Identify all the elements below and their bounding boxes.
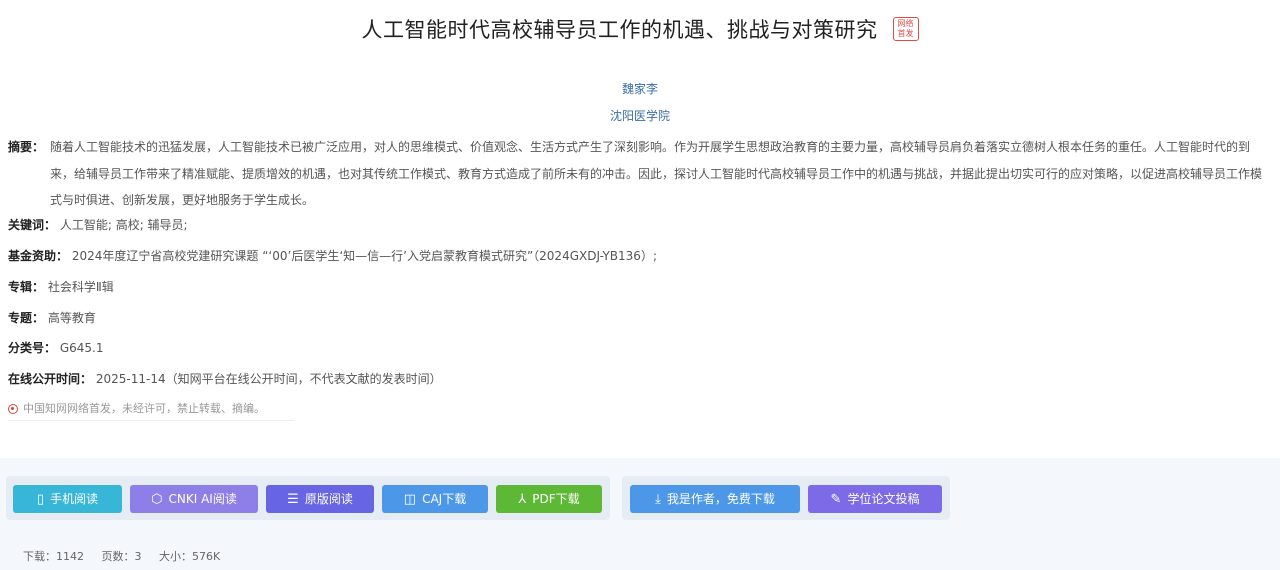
topic-value: 高等教育	[47, 311, 96, 325]
read-download-group: ▯ 手机阅读 ⬡ CNKI AI阅读 ☰ 原版阅读 ◫ CAJ下载 ⅄ PDF下载	[6, 476, 610, 520]
keywords-value[interactable]: 人工智能; 高校; 辅导员;	[60, 218, 188, 232]
file-size: 大小：576K	[159, 550, 221, 563]
caj-download-label: CAJ下载	[422, 492, 467, 506]
original-read-label: 原版阅读	[304, 492, 353, 506]
title-row: 人工智能时代高校辅导员工作的机遇、挑战与对策研究 网络 首发	[0, 14, 1280, 44]
cnki-ai-read-label: CNKI AI阅读	[168, 492, 237, 506]
first-publication-badge: 网络 首发	[892, 17, 919, 41]
article-page: 人工智能时代高校辅导员工作的机遇、挑战与对策研究 网络 首发 魏家李 沈阳医学院…	[0, 0, 1280, 570]
open-book-icon: ◫	[403, 492, 417, 507]
pdf-download-button[interactable]: ⅄ PDF下载	[496, 485, 602, 513]
download-icon: ⤓	[655, 492, 661, 507]
book-icon: ☰	[287, 492, 299, 507]
copyright-notice: 中国知网网络首发，未经许可，禁止转载、摘编。	[8, 398, 294, 421]
fund-row: 基金资助： 2024年度辽宁省高校党建研究课题 “‘00’后医学生‘知—信—行’…	[8, 243, 657, 269]
badge-line-2: 首发	[897, 29, 914, 38]
series-label: 专辑：	[8, 280, 45, 294]
pdf-download-label: PDF下载	[532, 492, 580, 506]
mobile-read-button[interactable]: ▯ 手机阅读	[13, 485, 122, 513]
author-free-download-label: 我是作者，免费下载	[666, 492, 775, 506]
abstract-label: 摘要：	[8, 140, 45, 154]
keywords-row: 关键词： 人工智能; 高校; 辅导员;	[8, 212, 188, 238]
series-row: 专辑： 社会科学Ⅱ辑	[8, 274, 114, 300]
fund-label: 基金资助：	[8, 249, 69, 263]
download-toolbar: ▯ 手机阅读 ⬡ CNKI AI阅读 ☰ 原版阅读 ◫ CAJ下载 ⅄ PDF下载 ⤓ 我是…	[0, 458, 1280, 570]
organization-link[interactable]: 沈阳医学院	[0, 107, 1280, 124]
topic-label: 专题：	[8, 311, 45, 325]
author-link[interactable]: 魏家李	[0, 80, 1280, 97]
download-count: 下载：1142	[23, 550, 84, 563]
pdf-icon: ⅄	[518, 492, 527, 507]
classification-row: 分类号： G645.1	[8, 335, 104, 361]
pen-icon: ✎	[830, 492, 842, 507]
fund-value[interactable]: 2024年度辽宁省高校党建研究课题 “‘00’后医学生‘知—信—行’入党启蒙教育…	[72, 249, 657, 263]
online-date-value: 2025-11-14（知网平台在线公开时间，不代表文献的发表时间）	[95, 372, 442, 386]
online-date-label: 在线公开时间：	[8, 372, 93, 386]
original-read-button[interactable]: ☰ 原版阅读	[266, 485, 374, 513]
thesis-submit-button[interactable]: ✎ 学位论文投稿	[808, 485, 942, 513]
thesis-submit-label: 学位论文投稿	[847, 492, 920, 506]
author-group: ⤓ 我是作者，免费下载 ✎ 学位论文投稿	[622, 476, 950, 520]
classification-value: G645.1	[59, 341, 104, 355]
abstract-text: 随着人工智能技术的迅猛发展，人工智能技术已被广泛应用，对人的思维模式、价值观念、…	[50, 140, 1263, 207]
mobile-read-label: 手机阅读	[50, 492, 99, 506]
target-icon	[8, 404, 18, 414]
article-title: 人工智能时代高校辅导员工作的机遇、挑战与对策研究	[361, 18, 878, 42]
online-date-row: 在线公开时间： 2025-11-14（知网平台在线公开时间，不代表文献的发表时间…	[8, 366, 442, 392]
abstract: 摘要： 随着人工智能技术的迅猛发展，人工智能技术已被广泛应用，对人的思维模式、价…	[8, 134, 1270, 214]
series-value: 社会科学Ⅱ辑	[47, 280, 114, 294]
keywords-label: 关键词：	[8, 218, 57, 232]
phone-icon: ▯	[36, 492, 45, 507]
caj-download-button[interactable]: ◫ CAJ下载	[382, 485, 488, 513]
cnki-ai-read-button[interactable]: ⬡ CNKI AI阅读	[130, 485, 258, 513]
notice-text: 中国知网网络首发，未经许可，禁止转载、摘编。	[23, 402, 265, 415]
ai-icon: ⬡	[151, 492, 163, 507]
badge-line-1: 网络	[897, 19, 914, 28]
page-count: 页数：3	[101, 550, 142, 563]
article-stats: 下载：1142 页数：3 大小：576K	[23, 548, 234, 564]
classification-label: 分类号：	[8, 341, 57, 355]
topic-row: 专题： 高等教育	[8, 305, 96, 331]
author-free-download-button[interactable]: ⤓ 我是作者，免费下载	[630, 485, 800, 513]
